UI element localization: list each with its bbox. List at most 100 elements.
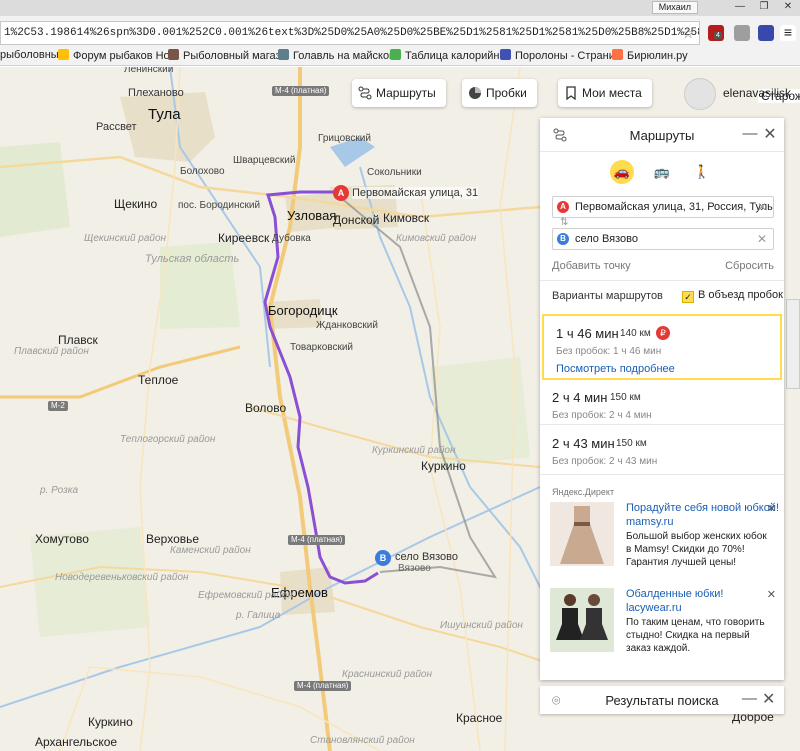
map-label: Рассвет [96, 121, 137, 133]
map-label: Теплого­рский район [120, 434, 216, 445]
route-time: 1 ч 46 мин [556, 326, 619, 341]
map-label: Краснинский район [342, 669, 432, 680]
address-bar[interactable]: 1%2C53.198614%26spn%3D0.001%252C0.001%26… [0, 21, 700, 45]
minimize-window-icon[interactable]: — [728, 0, 752, 15]
bookmark-item[interactable]: Таблица калорийно [390, 49, 506, 62]
to-field[interactable]: B село Вязово ✕ [552, 228, 774, 250]
route-time: 2 ч 43 мин [552, 436, 615, 451]
map-side-scroll[interactable] [786, 299, 800, 389]
route-details-link[interactable]: Посмотреть подробнее [556, 363, 675, 375]
map-label: Кимовский район [396, 233, 477, 244]
ad-item[interactable]: Обалденные юбки! lacywear.ru По таким це… [550, 588, 776, 660]
browser-chrome: Михаил — ❐ ✕ 1%2C53.198614%26spn%3D0.001… [0, 0, 800, 66]
map-label: р. Розка [40, 485, 79, 496]
route-variants-label: Варианты маршрутов [552, 290, 663, 302]
add-point-link[interactable]: Добавить точку [552, 260, 631, 272]
route-option[interactable]: 1 ч 46 мин 140 км ₽ Без пробок: 1 ч 46 м… [542, 314, 782, 380]
maximize-window-icon[interactable]: ❐ [752, 0, 776, 15]
app-extension-icon[interactable] [758, 25, 774, 41]
my-places-button[interactable]: Мои места [558, 79, 652, 107]
to-value: село Вязово [575, 233, 639, 245]
from-field[interactable]: A Первомайская улица, 31, Россия, Тулы ✕ [552, 196, 774, 218]
page-icon [278, 49, 289, 60]
user-area[interactable]: elenavasilisk [681, 78, 800, 110]
minimize-icon[interactable]: — [742, 690, 757, 707]
bookmark-item[interactable]: Поролоны - Страни [500, 49, 615, 62]
map-label: Щекино [114, 197, 158, 211]
panel-header: Маршруты — ✕ [540, 118, 784, 152]
bookmark-item[interactable]: Голавль на майског [278, 49, 393, 62]
route-distance: 150 км [616, 438, 647, 449]
ad-url[interactable]: lacywear.ru [626, 602, 682, 614]
clear-to-icon[interactable]: ✕ [757, 229, 767, 249]
walk-mode-icon[interactable]: 🚶 [690, 160, 714, 184]
calorie-icon [390, 49, 401, 60]
end-label: село Вязово [395, 551, 459, 563]
username[interactable]: elenavasilisk [723, 86, 791, 100]
swap-icon[interactable]: ⇅ [560, 217, 568, 228]
end-sub-label: Вязово [398, 563, 431, 574]
menu-icon[interactable]: ≡ [780, 25, 796, 41]
map-label: Богородицк [268, 303, 338, 318]
map-label: Плавск [58, 333, 98, 347]
divider [540, 474, 784, 475]
map-label: р. Галица [236, 610, 281, 621]
route-option[interactable]: 2 ч 4 мин 150 км Без пробок: 2 ч 4 мин [540, 380, 784, 430]
map-label: Плавский район [14, 346, 89, 357]
route-option[interactable]: 2 ч 43 мин 150 км Без пробок: 2 ч 43 мин [540, 426, 784, 476]
profile-chip[interactable]: Михаил [651, 1, 698, 14]
ad-url[interactable]: mamsy.ru [626, 516, 673, 528]
main-route-line [263, 190, 379, 585]
traffic-button[interactable]: Пробки [462, 79, 537, 107]
search-results-panel[interactable]: ⌾ Результаты поиска — ✕ [540, 686, 784, 714]
skirt-photo [550, 588, 614, 652]
bookmark-item[interactable]: Бирюлин.ру [612, 49, 688, 62]
close-ad-icon[interactable]: ✕ [767, 502, 776, 515]
routes-button[interactable]: Маршруты [352, 79, 446, 107]
ad-title[interactable]: Обалденные юбки! [626, 588, 723, 600]
end-marker[interactable]: B [375, 550, 391, 566]
bookmark-item[interactable]: рыболовный [0, 49, 65, 61]
highway-shield: М-4 (платная) [294, 681, 352, 691]
route-no-traffic: Без пробок: 2 ч 4 мин [552, 410, 652, 421]
start-label: Первомайская улица, 31 [352, 187, 479, 199]
close-window-icon[interactable]: ✕ [776, 0, 800, 15]
transport-modes: 🚗 🚌 🚶 [540, 152, 784, 192]
bus-mode-icon[interactable]: 🚌 [650, 160, 674, 184]
map-label: Дубовка [272, 233, 311, 244]
map-label: Ишуинский район [440, 620, 523, 631]
avoid-traffic-checkbox[interactable]: ✓ В объезд пробок [682, 289, 783, 303]
ad-item[interactable]: Порадуйте себя новой юбкой! mamsy.ru Бол… [550, 502, 779, 574]
start-marker[interactable]: A [333, 185, 349, 201]
from-value: Первомайская улица, 31, Россия, Тулы [575, 201, 774, 213]
ad-title[interactable]: Порадуйте себя новой юбкой! [626, 502, 779, 514]
map-label: Хомутово [35, 532, 89, 546]
close-icon[interactable]: ✕ [762, 689, 775, 709]
map-label: пос. Бородинский [178, 200, 261, 211]
bookmark-item[interactable]: Рыболовный магази [168, 49, 287, 62]
bookmark-item[interactable]: Форум рыбаков Нов [58, 49, 176, 62]
highway-shield: М-4 (платная) [272, 86, 330, 96]
close-icon[interactable]: ✕ [762, 124, 778, 143]
adblock-extension-icon[interactable]: 4 [708, 25, 724, 41]
clear-from-icon[interactable]: ✕ [757, 197, 767, 217]
ad-description: Большой выбор женских юбок в Mamsy! Скид… [626, 531, 767, 568]
minimize-icon[interactable]: — [742, 125, 758, 143]
toll-road-icon: ₽ [656, 326, 670, 340]
avatar[interactable] [684, 78, 716, 110]
map-label: Новодеревеньковский район [55, 572, 189, 583]
map-label: Кимовск [383, 211, 430, 225]
car-mode-icon[interactable]: 🚗 [610, 160, 634, 184]
shield-extension-icon[interactable] [734, 25, 750, 41]
map-label: Товарковский [290, 342, 354, 353]
reset-link[interactable]: Сбросить [725, 260, 774, 272]
map-label: Каменский район [170, 545, 251, 556]
traffic-icon [469, 87, 481, 99]
close-ad-icon[interactable]: ✕ [767, 588, 776, 601]
bookmark-star-icon[interactable]: ☆ [682, 25, 695, 42]
route-distance: 140 км [620, 328, 651, 339]
map-label: Верховье [146, 532, 200, 546]
bookmark-icon [566, 86, 576, 100]
skirt-photo [550, 502, 614, 566]
map-label: Курки­но [88, 715, 133, 729]
